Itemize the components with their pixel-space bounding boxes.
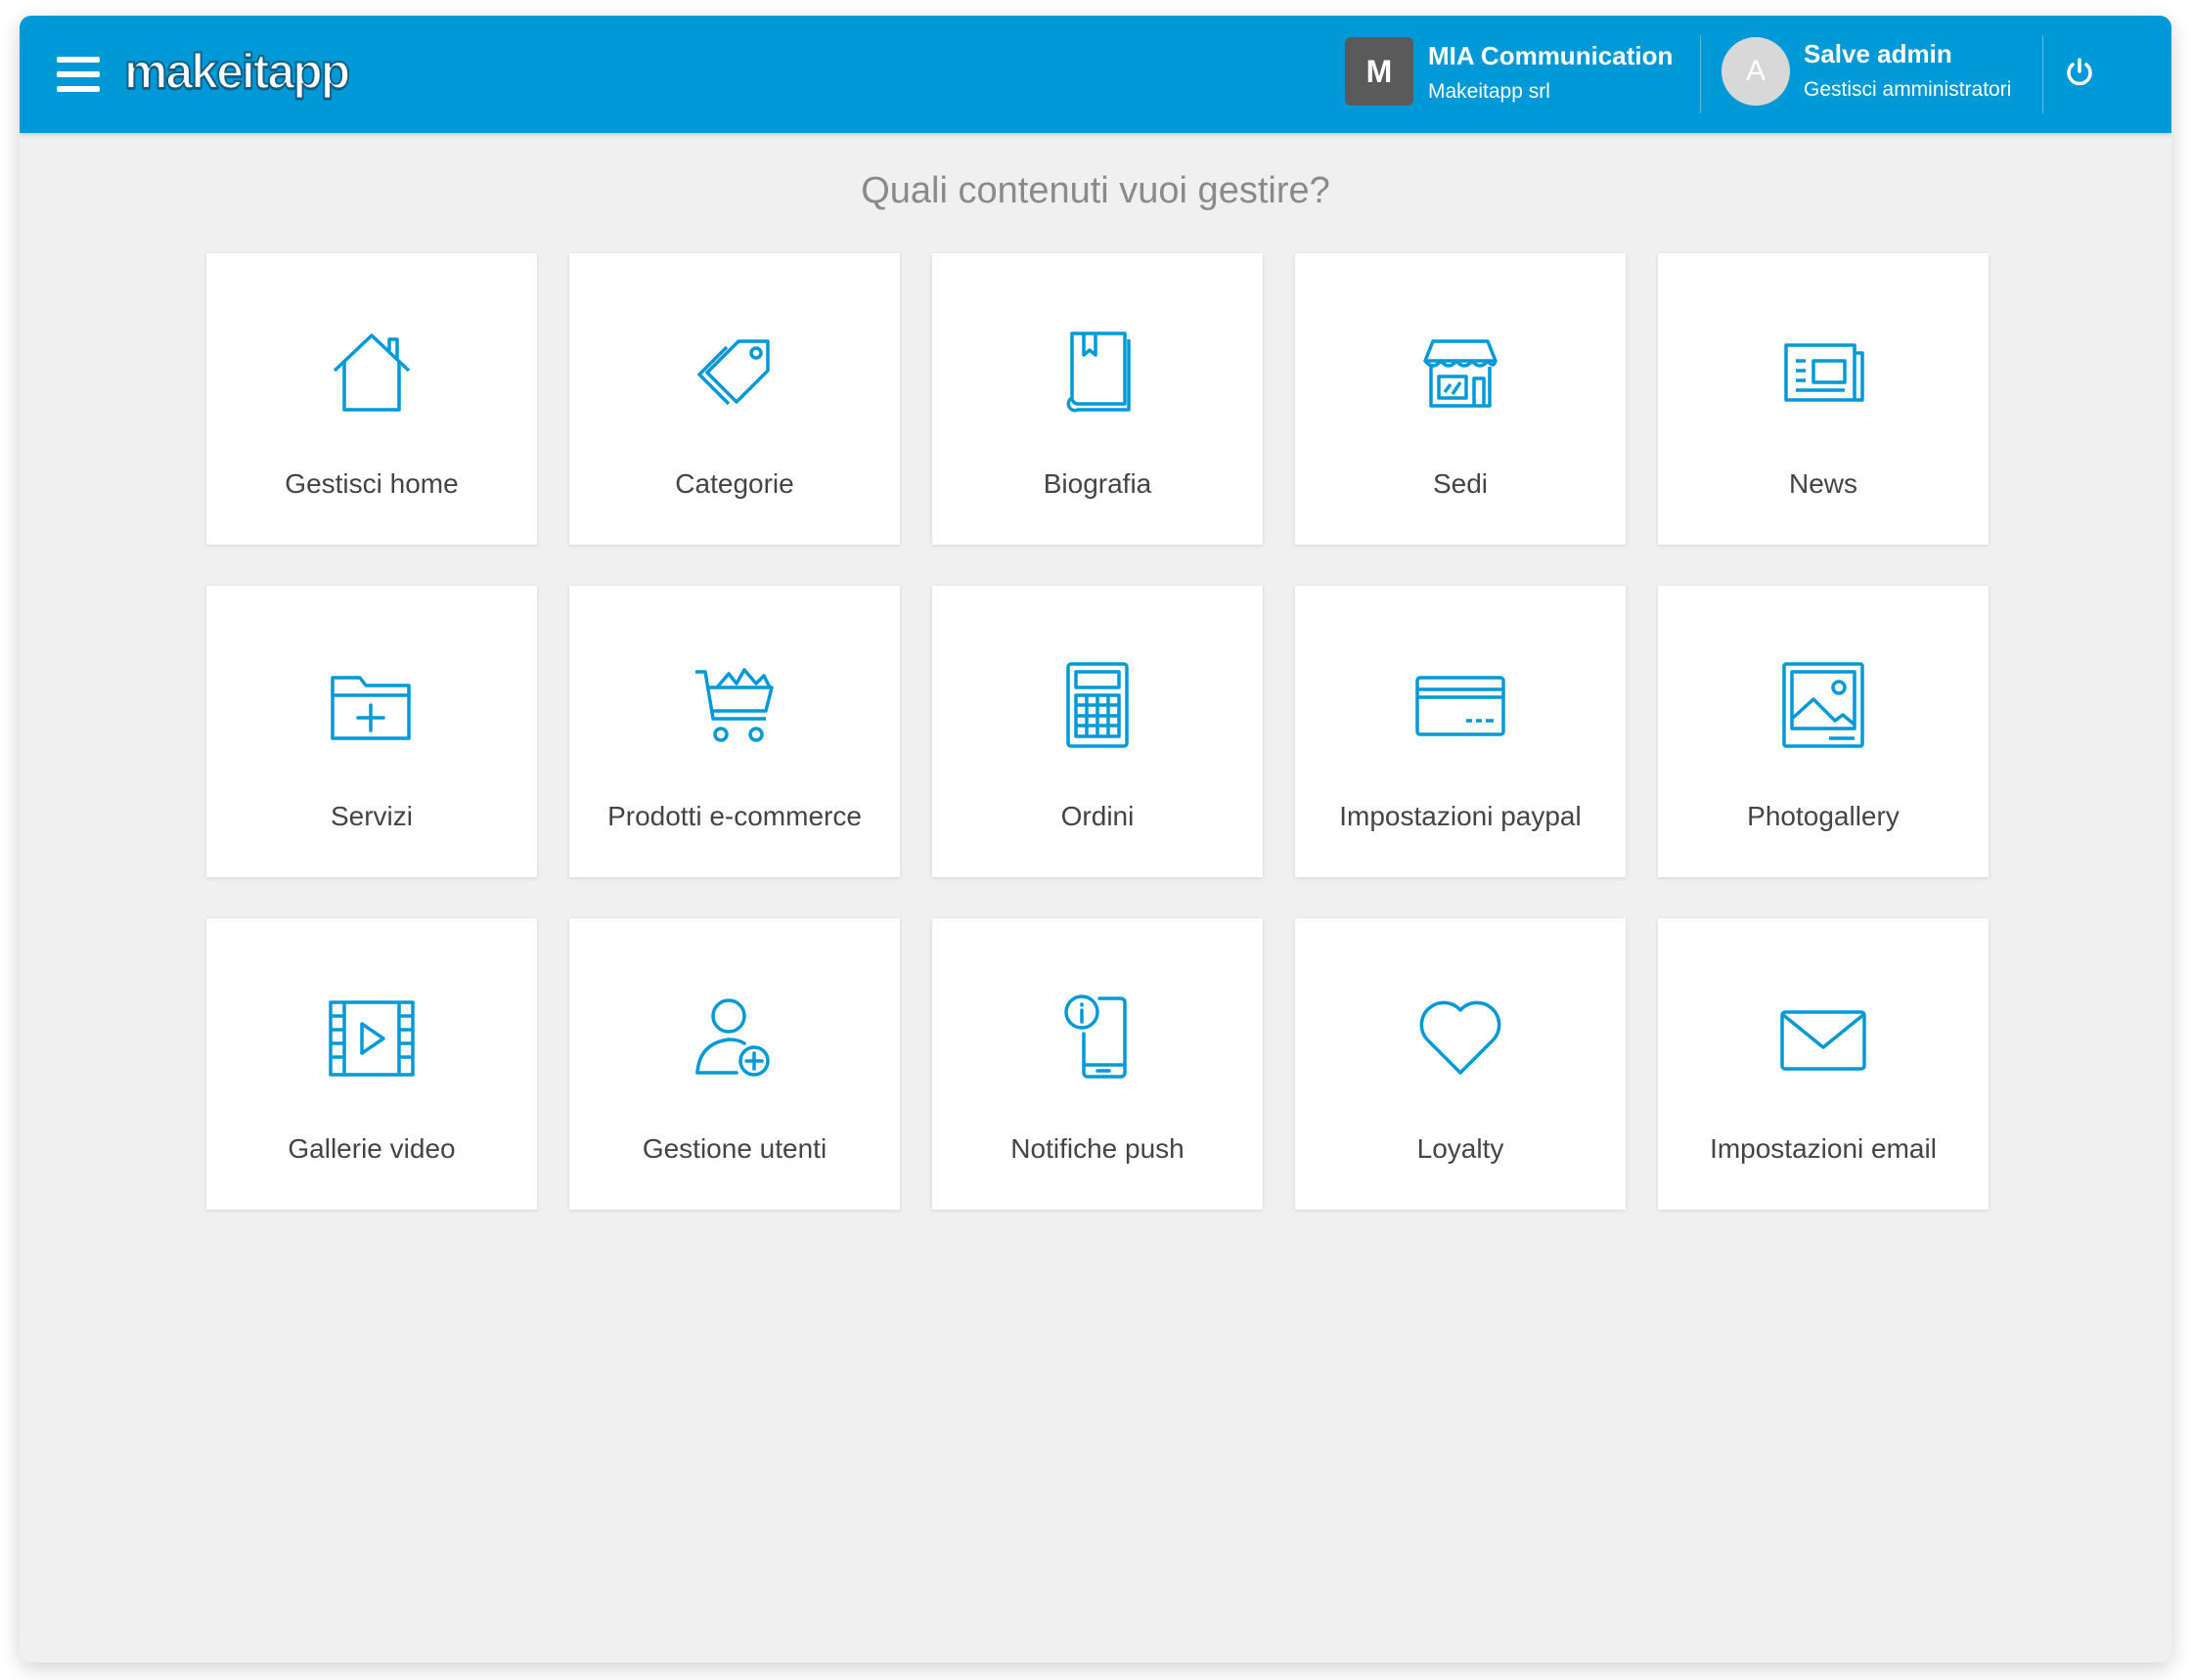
org-name[interactable]: MIA Communication bbox=[1428, 41, 1673, 71]
tile-impostazioni-paypal[interactable]: Impostazioni paypal bbox=[1295, 586, 1626, 877]
tile-notifiche-push[interactable]: Notifiche push bbox=[932, 918, 1263, 1210]
credit-card-icon bbox=[1415, 676, 1505, 736]
tile-label: Impostazioni email bbox=[1710, 1133, 1937, 1164]
tile-biografia[interactable]: Biografia bbox=[932, 253, 1263, 545]
store-icon bbox=[1423, 339, 1498, 408]
top-bar: makeitapp M MIA Communication Makeitapp … bbox=[20, 16, 2171, 133]
content-grid: Gestisci home Categorie Biografia Sedi N… bbox=[206, 253, 2006, 1210]
tile-gestisci-home[interactable]: Gestisci home bbox=[206, 253, 537, 545]
tile-categorie[interactable]: Categorie bbox=[569, 253, 900, 545]
header-divider bbox=[1700, 35, 1701, 113]
phone-info-icon bbox=[1064, 995, 1127, 1079]
tile-label: Gallerie video bbox=[288, 1133, 456, 1164]
tile-label: Photogallery bbox=[1747, 801, 1900, 831]
power-icon[interactable] bbox=[2062, 55, 2097, 90]
user-greeting: Salve admin bbox=[1804, 39, 1952, 68]
newspaper-icon bbox=[1784, 343, 1864, 402]
film-icon bbox=[329, 1000, 415, 1077]
tile-sedi[interactable]: Sedi bbox=[1295, 253, 1626, 545]
folder-plus-icon bbox=[331, 676, 411, 740]
tile-label: Sedi bbox=[1432, 468, 1489, 499]
tile-label: Loyalty bbox=[1416, 1133, 1504, 1164]
tile-label: Impostazioni paypal bbox=[1339, 801, 1582, 831]
header-divider bbox=[2042, 35, 2043, 113]
add-user-icon bbox=[695, 998, 770, 1077]
tile-label: Gestisci home bbox=[285, 468, 459, 499]
home-icon bbox=[333, 333, 411, 412]
envelope-icon bbox=[1780, 1010, 1866, 1071]
cart-icon bbox=[695, 668, 774, 742]
calculator-icon bbox=[1066, 662, 1129, 748]
tile-label: Notifiche push bbox=[1010, 1133, 1185, 1164]
tile-servizi[interactable]: Servizi bbox=[206, 586, 537, 877]
tile-label: Biografia bbox=[1043, 468, 1152, 499]
tile-gallerie-video[interactable]: Gallerie video bbox=[206, 918, 537, 1210]
tile-label: Servizi bbox=[330, 801, 413, 831]
tile-photogallery[interactable]: Photogallery bbox=[1658, 586, 1989, 877]
tags-icon bbox=[697, 339, 770, 406]
book-icon bbox=[1066, 332, 1131, 413]
tile-label: Categorie bbox=[675, 468, 794, 499]
tile-label: Prodotti e-commerce bbox=[607, 801, 862, 831]
picture-icon bbox=[1782, 662, 1864, 748]
hamburger-menu-icon[interactable] bbox=[57, 57, 100, 92]
page-heading: Quali contenuti vuoi gestire? bbox=[861, 170, 1330, 211]
user-avatar[interactable]: A bbox=[1722, 37, 1790, 106]
heart-icon bbox=[1419, 1000, 1501, 1075]
tile-impostazioni-email[interactable]: Impostazioni email bbox=[1658, 918, 1989, 1210]
org-subtitle: Makeitapp srl bbox=[1428, 80, 1550, 103]
tile-news[interactable]: News bbox=[1658, 253, 1989, 545]
tile-label: Gestione utenti bbox=[642, 1133, 827, 1164]
app-window: makeitapp M MIA Communication Makeitapp … bbox=[20, 16, 2171, 1662]
org-avatar[interactable]: M bbox=[1345, 37, 1413, 106]
tile-ordini[interactable]: Ordini bbox=[932, 586, 1263, 877]
manage-admins-link[interactable]: Gestisci amministratori bbox=[1804, 78, 2011, 102]
app-logo[interactable]: makeitapp bbox=[123, 43, 351, 100]
tile-loyalty[interactable]: Loyalty bbox=[1295, 918, 1626, 1210]
tile-prodotti-e-commerce[interactable]: Prodotti e-commerce bbox=[569, 586, 900, 877]
tile-gestione-utenti[interactable]: Gestione utenti bbox=[569, 918, 900, 1210]
tile-label: Ordini bbox=[1060, 801, 1135, 831]
tile-label: News bbox=[1788, 468, 1857, 499]
